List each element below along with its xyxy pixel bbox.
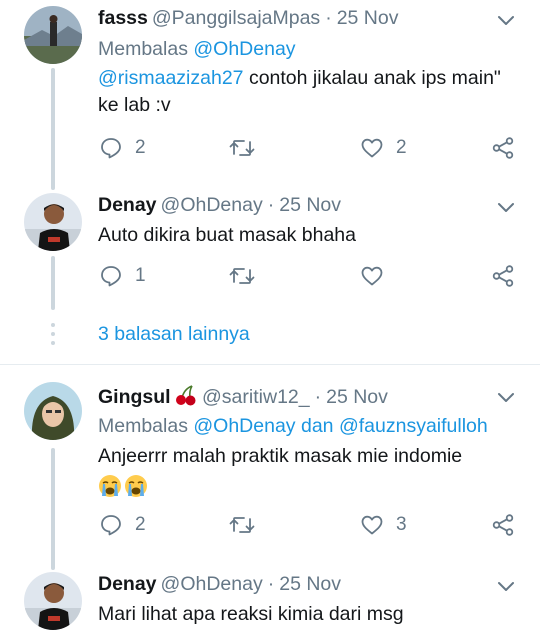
and-label: dan bbox=[300, 415, 334, 437]
like-icon bbox=[361, 138, 383, 158]
reply-icon bbox=[101, 266, 121, 287]
tweet-header: fasss @PanggilsajaMpas · 25 Nov bbox=[98, 6, 398, 30]
reply-icon bbox=[101, 515, 121, 536]
mention-link[interactable]: @fauznsyaifulloh bbox=[339, 415, 488, 437]
reply-icon bbox=[101, 138, 121, 159]
username[interactable]: @saritiw12_ bbox=[202, 386, 310, 408]
separator-dot: · bbox=[267, 194, 275, 216]
retweet-icon bbox=[229, 268, 255, 284]
display-name[interactable]: Denay bbox=[98, 194, 157, 216]
tweet-text: Anjeerrr malah praktik masak mie indomie… bbox=[98, 443, 518, 500]
reply-button[interactable]: 1 bbox=[99, 264, 146, 288]
like-count: 3 bbox=[396, 514, 407, 535]
retweet-button[interactable] bbox=[229, 136, 267, 160]
mention-link[interactable]: @OhDenay bbox=[193, 38, 295, 60]
display-name[interactable]: fasss bbox=[98, 7, 148, 29]
emoji-row: 😭😭 bbox=[98, 472, 518, 500]
avatar[interactable] bbox=[24, 193, 82, 251]
cherry-icon bbox=[176, 385, 196, 406]
share-icon bbox=[492, 265, 514, 287]
share-button[interactable] bbox=[491, 136, 515, 160]
mention-link[interactable]: @OhDenay bbox=[193, 415, 295, 437]
tweet-text: Mari lihat apa reaksi kimia dari msg bbox=[98, 603, 404, 625]
share-button[interactable] bbox=[491, 264, 515, 288]
thread-line bbox=[51, 68, 55, 190]
tweet-fasss[interactable]: fasss @PanggilsajaMpas · 25 Nov Membalas @O… bbox=[0, 0, 540, 190]
replying-to: Membalas @OhDenay dan @fauznsyaifulloh bbox=[98, 414, 488, 438]
tweet-header: Gingsul @saritiw12_ · 25 Nov bbox=[98, 383, 388, 409]
emoji-text: 😭😭 bbox=[98, 472, 99, 473]
retweet-icon bbox=[229, 140, 255, 156]
chevron-down-icon[interactable] bbox=[496, 197, 516, 217]
tweet-actions: 2 2 bbox=[0, 136, 540, 166]
like-button[interactable]: 2 bbox=[360, 136, 407, 160]
chevron-down-icon[interactable] bbox=[496, 387, 516, 407]
crying-face-icon bbox=[99, 474, 121, 497]
avatar[interactable] bbox=[24, 572, 82, 630]
tweet-actions: 2 3 bbox=[0, 513, 540, 543]
username[interactable]: @OhDenay bbox=[161, 573, 263, 595]
like-icon bbox=[361, 266, 383, 286]
tweet-header: Denay @OhDenay · 25 Nov bbox=[98, 572, 341, 596]
like-button[interactable] bbox=[360, 264, 396, 288]
tweet-denay[interactable]: Denay @OhDenay · 25 Nov Auto dikira buat ma… bbox=[0, 190, 540, 310]
username[interactable]: @OhDenay bbox=[161, 194, 263, 216]
reply-count: 1 bbox=[135, 265, 146, 286]
tweet-body: Anjeerrr malah praktik masak mie indomie bbox=[98, 445, 463, 467]
retweet-button[interactable] bbox=[229, 513, 267, 537]
separator-dot: · bbox=[267, 573, 275, 595]
display-name[interactable]: Gingsul bbox=[98, 386, 171, 408]
more-replies-link[interactable]: 3 balasan lainnya bbox=[98, 323, 250, 346]
share-icon bbox=[492, 137, 514, 159]
avatar[interactable] bbox=[24, 6, 82, 64]
timestamp[interactable]: 25 Nov bbox=[279, 194, 341, 216]
username[interactable]: @PanggilsajaMpas bbox=[152, 7, 320, 29]
reply-count: 2 bbox=[135, 137, 146, 158]
retweet-button[interactable] bbox=[229, 264, 267, 288]
tweet-header: Denay @OhDenay · 25 Nov bbox=[98, 193, 341, 217]
avatar[interactable] bbox=[24, 382, 82, 440]
tweet-gingsul[interactable]: Gingsul @saritiw12_ · 25 Nov Membalas @OhD… bbox=[0, 370, 540, 570]
timestamp[interactable]: 25 Nov bbox=[326, 386, 388, 408]
tweet-actions: 1 bbox=[0, 264, 540, 294]
like-icon bbox=[361, 515, 383, 535]
tweet-text: @rismaazizah27 contoh jikalau anak ips m… bbox=[98, 65, 518, 119]
timestamp[interactable]: 25 Nov bbox=[337, 7, 399, 29]
like-button[interactable]: 3 bbox=[360, 513, 407, 537]
reply-count: 2 bbox=[135, 514, 146, 535]
thread-line bbox=[51, 448, 55, 570]
replying-to-label: Membalas bbox=[98, 415, 188, 437]
replying-to: Membalas @OhDenay bbox=[98, 37, 296, 61]
chevron-down-icon[interactable] bbox=[496, 576, 516, 596]
timestamp[interactable]: 25 Nov bbox=[279, 573, 341, 595]
replying-to-label: Membalas bbox=[98, 38, 188, 60]
separator-dot: · bbox=[314, 386, 322, 408]
like-count: 2 bbox=[396, 137, 407, 158]
mention-link[interactable]: @rismaazizah27 bbox=[98, 67, 244, 89]
reply-button[interactable]: 2 bbox=[99, 136, 146, 160]
share-icon bbox=[492, 514, 514, 536]
retweet-icon bbox=[229, 517, 255, 533]
show-more-replies[interactable]: 3 balasan lainnya bbox=[0, 310, 540, 364]
crying-face-icon bbox=[125, 474, 147, 497]
share-button[interactable] bbox=[491, 513, 515, 537]
more-dots bbox=[50, 323, 56, 350]
divider bbox=[0, 364, 540, 365]
display-name[interactable]: Denay bbox=[98, 573, 157, 595]
chevron-down-icon[interactable] bbox=[496, 10, 516, 30]
tweet-text: Auto dikira buat masak bhaha bbox=[98, 224, 356, 246]
reply-button[interactable]: 2 bbox=[99, 513, 146, 537]
tweet-denay-2[interactable]: Denay @OhDenay · 25 Nov Mari lihat apa reak… bbox=[0, 570, 540, 634]
separator-dot: · bbox=[325, 7, 332, 29]
